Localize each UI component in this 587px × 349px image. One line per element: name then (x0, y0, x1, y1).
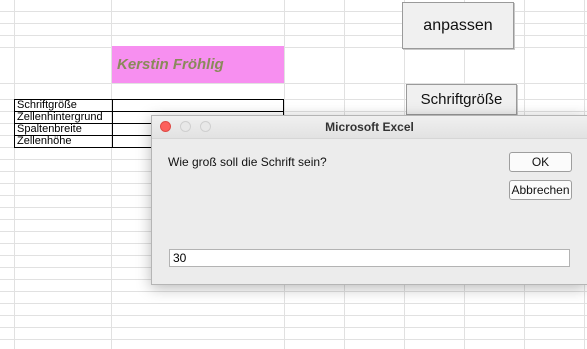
value-cell[interactable] (112, 99, 284, 112)
label-cell-schriftgroesse[interactable]: Schriftgröße (14, 99, 113, 112)
dialog-title: Microsoft Excel (325, 120, 414, 134)
dialog-titlebar[interactable]: Microsoft Excel (152, 116, 587, 139)
input-dialog: Microsoft Excel Wie groß soll die Schrif… (151, 115, 587, 285)
anpassen-button[interactable]: anpassen (402, 2, 514, 49)
name-cell[interactable]: Kerstin Fröhlig (112, 46, 284, 83)
label-cell-spaltenbreite[interactable]: Spaltenbreite (14, 123, 113, 136)
schriftgroesse-button[interactable]: Schriftgröße (406, 84, 517, 115)
label-cell-zellenhintergrund[interactable]: Zellenhintergrund (14, 111, 113, 124)
label-cell-zellenhoehe[interactable]: Zellenhöhe (14, 135, 113, 148)
dialog-prompt: Wie groß soll die Schrift sein? (168, 155, 327, 169)
answer-input[interactable]: 30 (169, 249, 570, 267)
cancel-button[interactable]: Abbrechen (509, 180, 572, 200)
ok-button[interactable]: OK (509, 152, 572, 172)
